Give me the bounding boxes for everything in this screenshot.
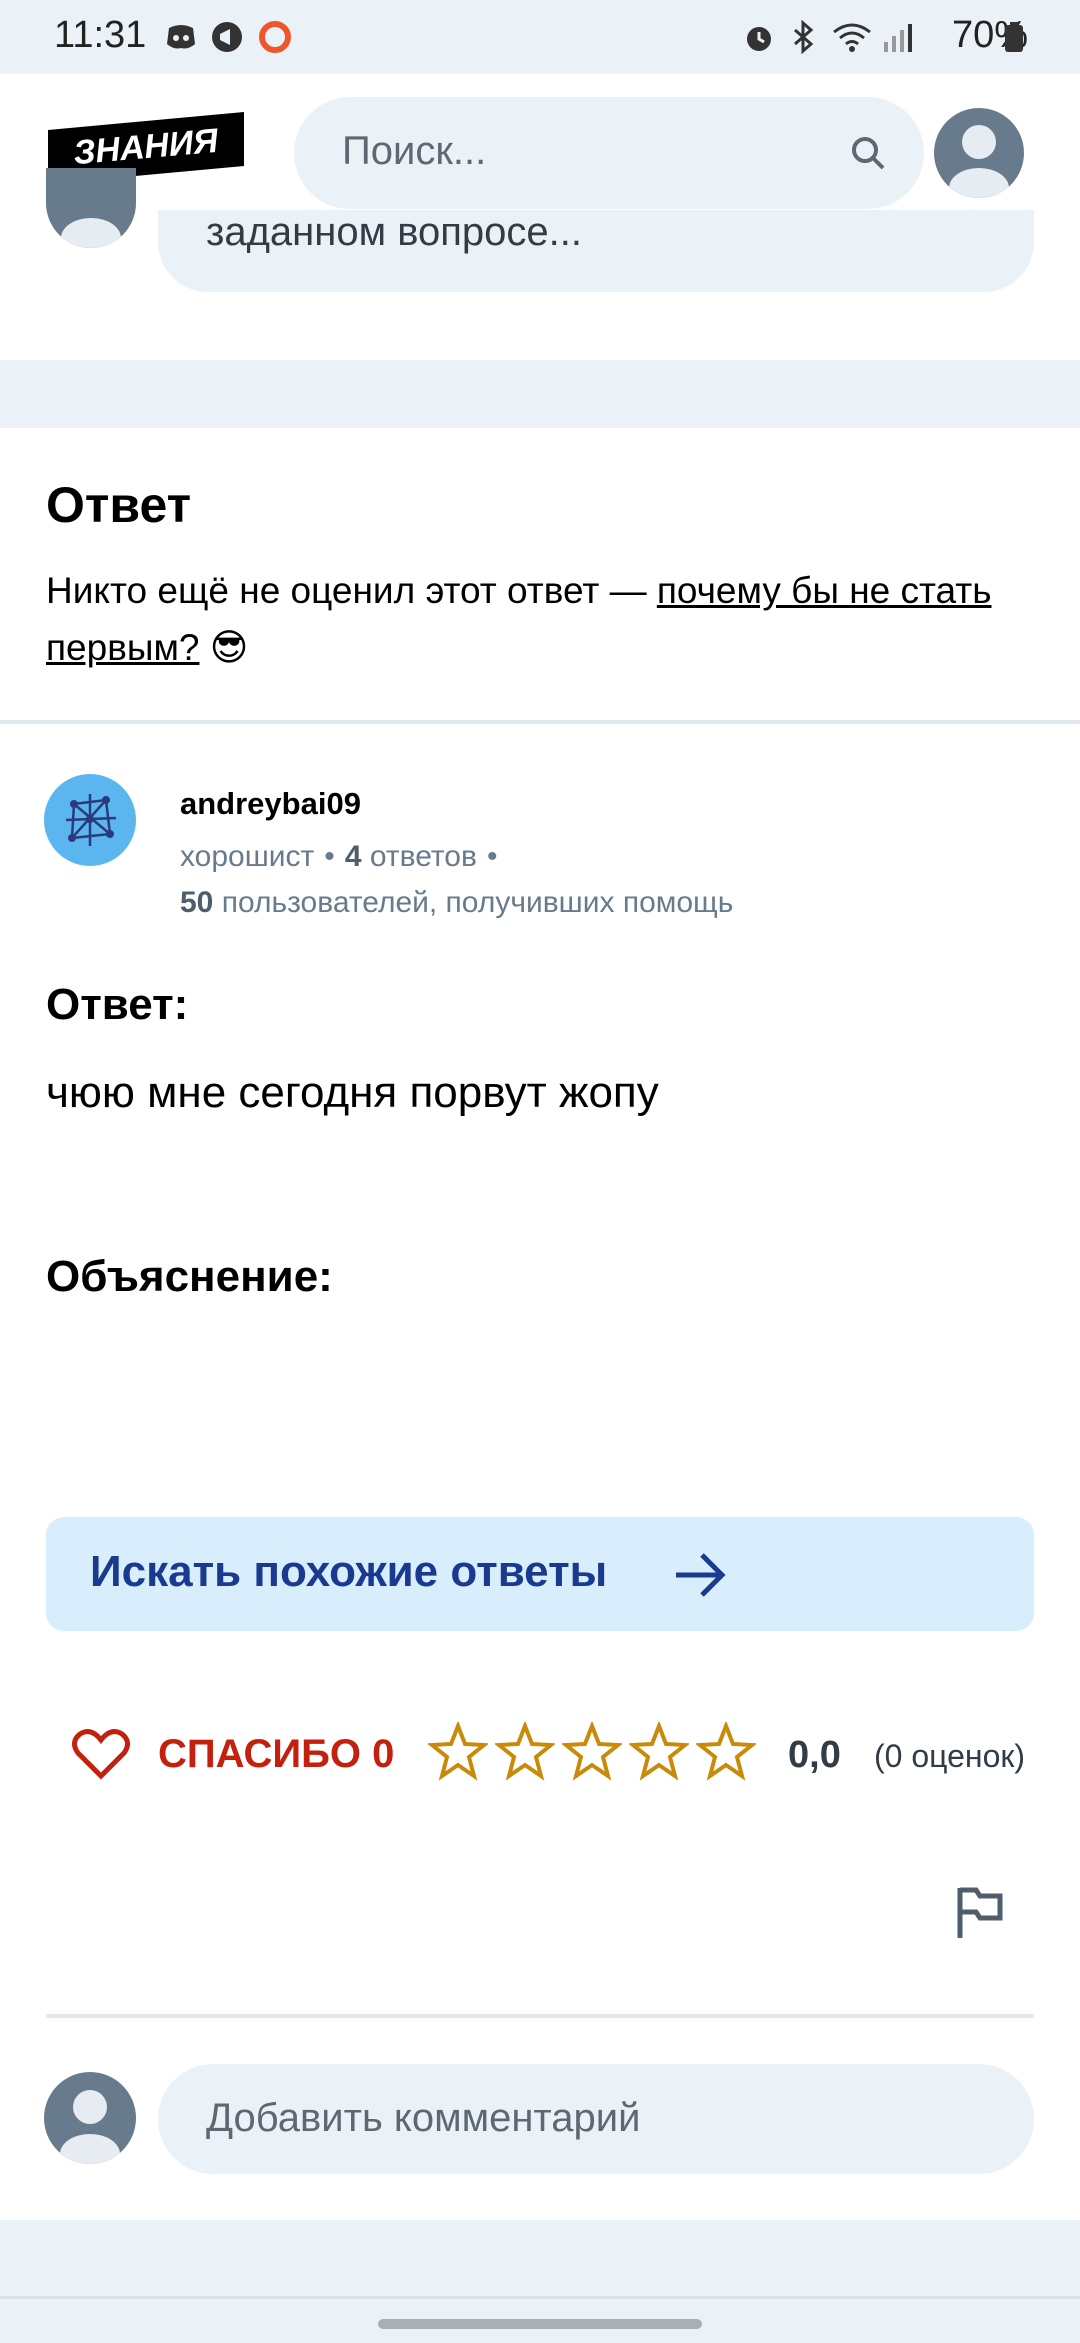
search-similar-button[interactable]: Искать похожие ответы bbox=[46, 1517, 1034, 1631]
search-similar-label: Искать похожие ответы bbox=[90, 1547, 608, 1596]
add-comment-placeholder: Добавить комментарий bbox=[206, 2096, 641, 2140]
previous-comment-bubble[interactable]: заданном вопросе... bbox=[158, 210, 1034, 292]
explanation-label: Объяснение: bbox=[46, 1252, 333, 1301]
heart-icon[interactable] bbox=[72, 1728, 130, 1780]
user-icon bbox=[949, 125, 1009, 198]
search-icon[interactable] bbox=[848, 133, 888, 173]
answers-label: ответов bbox=[369, 840, 477, 873]
answerer-helped: 50 пользователей, получивших помощь bbox=[180, 886, 733, 920]
star-icon[interactable] bbox=[495, 1722, 555, 1782]
previous-comment-text: заданном вопросе... bbox=[206, 210, 582, 254]
wifi-icon bbox=[833, 23, 871, 52]
answerer-username[interactable]: andreybai09 bbox=[180, 786, 361, 822]
answer-section-title: Ответ bbox=[46, 477, 192, 533]
alarm-icon bbox=[747, 27, 771, 51]
flag-icon[interactable] bbox=[954, 1884, 1006, 1940]
search-input[interactable]: Поиск... bbox=[342, 129, 486, 174]
helped-count: 50 bbox=[180, 886, 214, 919]
battery-icon bbox=[1005, 22, 1023, 52]
star-icon[interactable] bbox=[562, 1722, 622, 1782]
rating-count: (0 оценок) bbox=[874, 1738, 1026, 1774]
megaphone-icon bbox=[212, 22, 242, 52]
user-icon bbox=[60, 2090, 120, 2164]
star-icon[interactable] bbox=[696, 1722, 756, 1782]
answer-header-section: Ответ Никто ещё не оценил этот ответ — п… bbox=[0, 428, 1080, 720]
star-icon[interactable] bbox=[629, 1722, 689, 1782]
rating-prompt-text: Никто ещё не оценил этот ответ — bbox=[46, 570, 657, 611]
separator-dot: • bbox=[486, 840, 498, 873]
bluetooth-icon bbox=[794, 20, 814, 54]
answers-count: 4 bbox=[344, 840, 362, 873]
arrow-right-icon bbox=[676, 1553, 726, 1597]
thanks-button[interactable]: СПАСИБО 0 bbox=[158, 1732, 394, 1777]
home-gesture-handle[interactable] bbox=[378, 2319, 702, 2329]
helped-label: пользователей, получивших помощь bbox=[221, 886, 734, 919]
answer-text: чюю мне сегодня порвут жопу bbox=[46, 1068, 659, 1117]
answerer-rank: хорошист bbox=[180, 840, 315, 873]
status-time: 11:31 bbox=[54, 14, 147, 56]
star-icon[interactable] bbox=[428, 1722, 488, 1782]
discord-icon bbox=[167, 25, 195, 49]
rating-prompt: Никто ещё не оценил этот ответ — почему … bbox=[46, 562, 1036, 676]
answerer-avatar[interactable] bbox=[44, 774, 136, 866]
answerer-stats: хорошист • 4 ответов • bbox=[180, 840, 507, 874]
rating-score: 0,0 bbox=[788, 1734, 841, 1776]
network-icon bbox=[65, 794, 117, 846]
sunglasses-emoji: 😎 bbox=[209, 627, 249, 668]
signal-icon bbox=[884, 24, 912, 52]
divider bbox=[46, 2014, 1034, 2018]
profile-avatar[interactable] bbox=[934, 108, 1024, 198]
answer-card: andreybai09 хорошист • 4 ответов • 50 польз… bbox=[0, 724, 1080, 2220]
status-bar: 11:31 70% bbox=[0, 0, 1080, 74]
add-comment-input[interactable]: Добавить комментарий bbox=[158, 2064, 1034, 2174]
record-icon bbox=[259, 21, 291, 53]
system-nav-bar bbox=[0, 2296, 1080, 2343]
separator-dot: • bbox=[324, 840, 335, 873]
search-bar[interactable]: Поиск... bbox=[294, 97, 924, 209]
answer-label: Ответ: bbox=[46, 980, 189, 1029]
comment-avatar bbox=[44, 2072, 136, 2164]
